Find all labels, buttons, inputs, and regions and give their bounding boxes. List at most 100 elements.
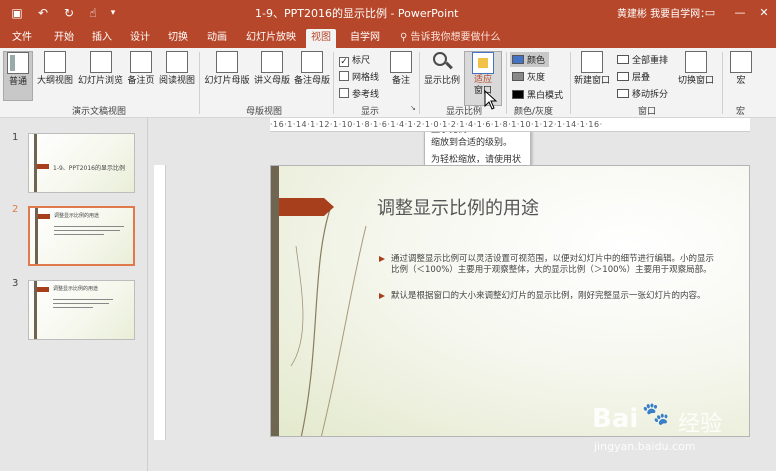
outline-view-button[interactable]: 大纲视图 [36, 51, 74, 101]
thumb-arrow [38, 214, 50, 219]
normal-view-icon [7, 52, 29, 74]
tab-insert[interactable]: 插入 [88, 29, 116, 48]
ribbon: 普通 大纲视图 幻灯片浏览 备注页 阅读视图 演示文稿视图 幻灯片母版 讲义母版… [0, 48, 776, 118]
tab-animations[interactable]: 动画 [203, 29, 231, 48]
slide-sorter-icon [89, 51, 112, 73]
minimize-icon[interactable]: — [730, 3, 750, 23]
split-icon [617, 89, 629, 98]
vertical-ruler[interactable] [154, 165, 166, 440]
guides-checkbox[interactable]: 参考线 [339, 87, 379, 100]
black-white-button[interactable]: 黑白模式 [512, 88, 563, 101]
grayscale-button[interactable]: 灰度 [512, 70, 545, 83]
macros-button[interactable]: 宏 [728, 51, 754, 101]
separator [419, 52, 420, 114]
thumb-line [53, 303, 109, 304]
tab-view[interactable]: 视图 [306, 29, 336, 48]
save-icon[interactable]: ▣ [8, 4, 26, 22]
bullet-1[interactable]: 通过调整显示比例可以灵活设置可视范围，以便对幻灯片中的细节进行编辑。小的显示比例… [379, 254, 721, 276]
touch-mode-icon[interactable]: ☝ [84, 4, 102, 22]
thumb-line [53, 307, 93, 308]
arrange-icon [617, 55, 629, 64]
grayscale-swatch-icon [512, 72, 524, 81]
thumb-title: 调整显示比例的用途 [54, 213, 100, 219]
handout-master-button[interactable]: 讲义母版 [253, 51, 291, 101]
slide-title[interactable]: 调整显示比例的用途 [377, 194, 539, 220]
tab-home[interactable]: 开始 [50, 29, 78, 48]
group-label-zoom: 显示比例 [446, 107, 483, 117]
group-label-color: 颜色/灰度 [514, 107, 554, 117]
color-button[interactable]: 颜色 [510, 52, 550, 67]
bullet-1-text: 通过调整显示比例可以灵活设置可视范围，以便对幻灯片中的细节进行编辑。小的显示比例… [391, 254, 715, 275]
close-icon[interactable]: ✕ [754, 3, 774, 23]
gridlines-checkbox[interactable]: 网格线 [339, 70, 379, 83]
notes-master-label: 备注母版 [293, 76, 330, 86]
switch-windows-label: 切换窗口 [677, 76, 714, 86]
new-window-button[interactable]: 新建窗口 [572, 51, 612, 101]
watermark-brand: Bai [592, 404, 639, 434]
bw-label: 黑白模式 [527, 91, 564, 101]
user-name[interactable]: 黄建彬 我要自学网： [617, 5, 710, 20]
notes-button[interactable]: 备注 [388, 51, 414, 101]
split-label: 移动拆分 [632, 90, 669, 100]
arrange-all-button[interactable]: 全部重排 [617, 53, 668, 66]
thumb-line [54, 230, 120, 231]
slide-master-button[interactable]: 幻灯片母版 [203, 51, 251, 101]
thumb-number: 1 [12, 132, 19, 143]
fit-label-1: 适应 [473, 75, 492, 85]
arrange-label: 全部重排 [632, 56, 669, 66]
color-swatch-icon [512, 55, 524, 64]
tab-zixuewang[interactable]: 自学网 [346, 29, 384, 48]
tab-design[interactable]: 设计 [126, 29, 154, 48]
notes-master-button[interactable]: 备注母版 [293, 51, 331, 101]
slide-canvas[interactable]: 调整显示比例的用途 通过调整显示比例可以灵活设置可视范围，以便对幻灯片中的细节进… [270, 165, 750, 437]
watermark-brand-2: 经验 [678, 412, 723, 437]
undo-icon[interactable]: ↶ [34, 4, 52, 22]
gridlines-label: 网格线 [352, 73, 380, 83]
horizontal-ruler[interactable]: ·16·1·14·1·12·1·10·1·8·1·6·1·4·1·2·1·0·1… [270, 118, 750, 132]
group-label-masters: 母版视图 [246, 107, 283, 117]
color-label: 颜色 [527, 56, 546, 66]
move-split-button[interactable]: 移动拆分 [617, 87, 668, 100]
tab-slideshow[interactable]: 幻灯片放映 [242, 29, 300, 48]
group-label-show: 显示 [361, 107, 380, 117]
notes-icon [390, 51, 412, 73]
tell-me-box[interactable]: ⚲ 告诉我你想要做什么 [400, 29, 501, 47]
slide-sorter-button[interactable]: 幻灯片浏览 [77, 51, 124, 101]
lightbulb-icon: ⚲ [400, 32, 411, 43]
cascade-button[interactable]: 层叠 [617, 70, 650, 83]
bullet-2[interactable]: 默认是根据窗口的大小来调整幻灯片的显示比例，刚好完整显示一张幻灯片的内容。 [379, 291, 731, 302]
reading-view-button[interactable]: 阅读视图 [158, 51, 196, 101]
tab-file[interactable]: 文件 [8, 29, 36, 48]
outline-view-icon [44, 51, 66, 73]
slide-thumbnail-2[interactable]: 调整显示比例的用途 [28, 206, 135, 266]
notes-label: 备注 [391, 76, 410, 86]
ribbon-display-icon[interactable]: ▭ [700, 3, 720, 23]
notes-page-button[interactable]: 备注页 [126, 51, 156, 101]
empty-box-icon [339, 88, 349, 98]
ruler-checkbox[interactable]: ✓ 标尺 [339, 53, 370, 67]
slide-thumbnail-1[interactable]: 1-9、PPT2016的显示比例 [28, 133, 135, 193]
normal-view-button[interactable]: 普通 [3, 51, 33, 101]
tab-transitions[interactable]: 切换 [164, 29, 192, 48]
slide-thumbnail-3[interactable]: 调整显示比例的用途 [28, 280, 135, 340]
thumb-bar [34, 134, 37, 192]
paw-icon: 🐾 [642, 402, 670, 427]
handout-master-label: 讲义母版 [253, 76, 290, 86]
separator [333, 52, 334, 114]
slide-master-icon [216, 51, 238, 73]
separator [722, 52, 723, 114]
new-window-icon [581, 51, 603, 73]
ruler-label: 标尺 [352, 56, 371, 66]
switch-windows-button[interactable]: 切换窗口 [676, 51, 716, 101]
redo-icon[interactable]: ↻ [60, 4, 78, 22]
macro-icon [730, 51, 752, 73]
normal-view-label: 普通 [8, 77, 27, 87]
dialog-launcher-icon[interactable]: ↘ [410, 104, 416, 112]
cascade-icon [617, 72, 629, 81]
fit-to-window-icon [472, 52, 494, 74]
tooltip-description: 缩放到合适的级别。 [431, 138, 513, 148]
zoom-button[interactable]: 显示比例 [422, 51, 462, 101]
watermark-url: jingyan.baidu.com [594, 440, 696, 453]
customize-qat-icon[interactable]: ▾ [104, 4, 122, 22]
separator [570, 52, 571, 114]
